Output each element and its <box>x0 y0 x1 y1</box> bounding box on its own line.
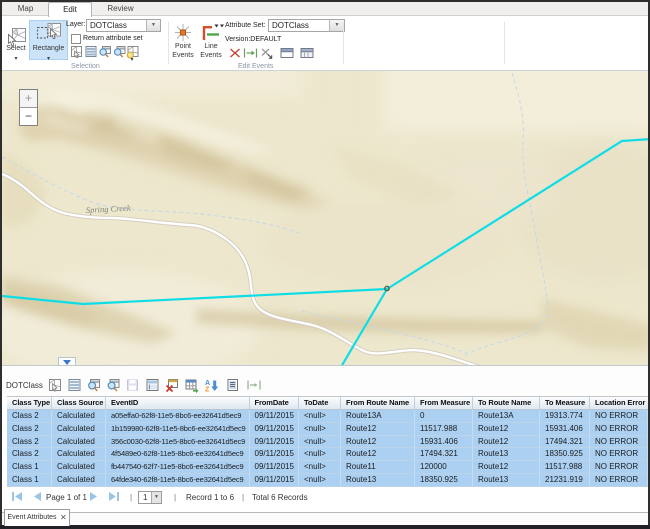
svg-text:Z: Z <box>205 387 210 394</box>
